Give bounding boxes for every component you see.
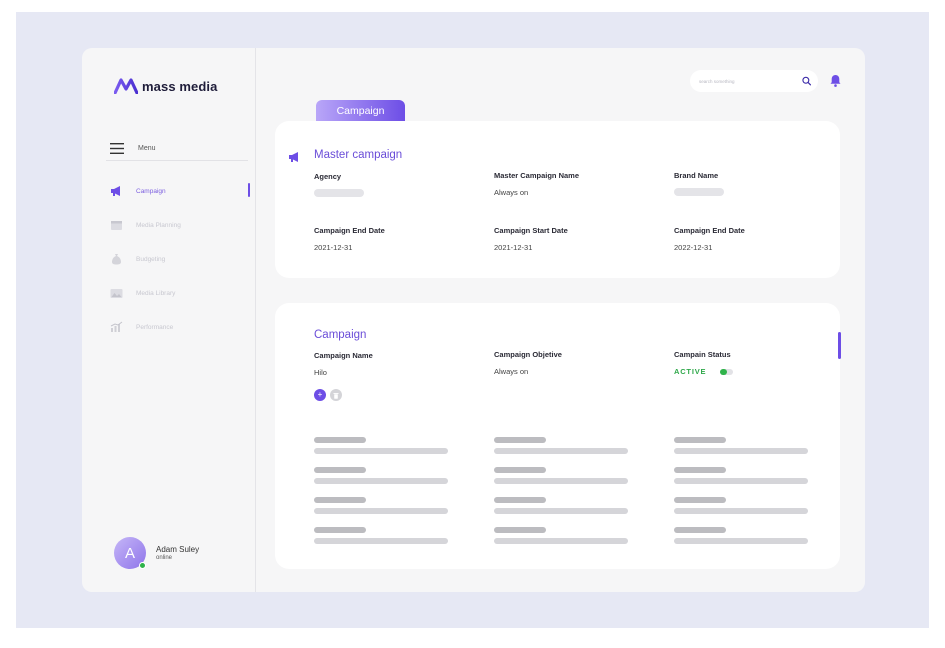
skeleton-row — [314, 437, 448, 467]
search-icon[interactable] — [802, 76, 811, 86]
field-value: Hilo — [314, 368, 327, 377]
bell-icon[interactable] — [830, 74, 841, 87]
sidebar-item-campaign[interactable]: Campaign — [110, 174, 256, 208]
sidebar-item-label: Performance — [136, 323, 174, 331]
bar-chart-icon — [110, 321, 123, 332]
field-agency: Agency — [314, 172, 364, 197]
field-campaign-start-date: Campaign Start Date 2021-12-31 — [494, 226, 568, 252]
skeleton-column — [314, 437, 448, 557]
hamburger-icon[interactable] — [110, 142, 124, 154]
field-label: Brand Name — [674, 171, 719, 180]
field-value: 2022-12-31 — [674, 243, 713, 252]
row-actions: + — [314, 389, 342, 401]
field-label: Campaign Name — [314, 351, 373, 360]
scrollbar-thumb[interactable] — [838, 332, 841, 359]
menu-divider — [106, 160, 248, 161]
logo: mass media — [114, 78, 217, 94]
avatar-initial: A — [124, 544, 135, 562]
user-status: online — [156, 555, 173, 561]
megaphone-icon — [111, 186, 120, 196]
field-campaign-end-date: Campaign End Date 2021-12-31 — [314, 226, 385, 252]
megaphone-icon — [289, 152, 298, 162]
sidebar-item-performance[interactable]: Performance — [110, 310, 256, 344]
field-label: Master Campaign Name — [494, 171, 580, 180]
skeleton-row — [674, 527, 808, 557]
sidebar-item-label: Campaign — [136, 187, 166, 195]
skeleton-row — [674, 467, 808, 497]
field-label: Agency — [314, 172, 342, 181]
skeleton-row — [494, 437, 628, 467]
field-label: Campaign End Date — [314, 226, 385, 235]
image-icon — [110, 289, 123, 298]
sidebar-item-media-planning[interactable]: Media Planning — [110, 208, 256, 242]
field-value: 2021-12-31 — [314, 243, 353, 252]
field-campaign-end-date-2: Campaign End Date 2022-12-31 — [674, 226, 745, 252]
sidebar-item-label: Budgeting — [136, 255, 166, 263]
field-value: Always on — [494, 367, 529, 376]
status-toggle[interactable] — [720, 368, 734, 375]
skeleton-row — [314, 467, 448, 497]
avatar[interactable]: A — [114, 537, 146, 569]
skeleton-row — [674, 437, 808, 467]
tab-campaign[interactable]: Campaign — [316, 100, 405, 122]
user-info: Adam Suley online — [156, 545, 199, 561]
skeleton-column — [674, 437, 808, 557]
add-button[interactable]: + — [314, 389, 326, 401]
field-value: Always on — [494, 188, 529, 197]
user-name: Adam Suley — [156, 545, 200, 554]
search-input[interactable] — [699, 78, 802, 84]
skeleton-row — [494, 497, 628, 527]
field-label: Campaign Objetive — [494, 350, 562, 359]
sidebar-nav: Campaign Media Planning Budgeting Media … — [110, 174, 256, 344]
trash-icon — [333, 392, 339, 399]
skeleton-column — [494, 437, 628, 557]
master-campaign-card: Master campaign Agency Master Campaign N… — [275, 121, 840, 278]
skeleton-row — [674, 497, 808, 527]
field-value: 2021-12-31 — [494, 243, 533, 252]
field-label: Campaign End Date — [674, 226, 745, 235]
sidebar-item-label: Media Planning — [136, 221, 181, 229]
brand-name-value-placeholder — [674, 188, 724, 196]
menu-toggle[interactable]: Menu — [110, 136, 250, 160]
field-master-campaign-name: Master Campaign Name Always on — [494, 171, 579, 197]
master-campaign-title: Master campaign — [314, 149, 403, 161]
skeleton-row — [494, 527, 628, 557]
field-campaign-status: Campain Status ACTIVE — [674, 350, 734, 376]
calendar-icon — [111, 221, 122, 230]
sidebar-item-budgeting[interactable]: Budgeting — [110, 242, 256, 276]
field-campaign-name: Campaign Name Hilo — [314, 351, 373, 377]
field-label: Campain Status — [674, 350, 731, 359]
search-bar[interactable] — [690, 70, 818, 92]
sidebar-item-media-library[interactable]: Media Library — [110, 276, 256, 310]
user-profile[interactable]: A Adam Suley online — [114, 537, 199, 569]
logo-icon — [114, 78, 138, 94]
sidebar: mass media Menu Campaign Media Planning … — [82, 48, 256, 592]
field-label: Campaign Start Date — [494, 226, 568, 235]
field-campaign-objective: Campaign Objetive Always on — [494, 350, 562, 376]
money-bag-icon — [112, 254, 121, 265]
menu-label: Menu — [138, 144, 156, 152]
status-badge: ACTIVE — [674, 367, 707, 376]
skeleton-row — [494, 467, 628, 497]
campaign-title: Campaign — [314, 329, 367, 341]
app-window: mass media Menu Campaign Media Planning … — [82, 48, 865, 592]
campaign-card: Campaign Campaign Name Hilo Campaign Obj… — [275, 303, 840, 569]
sidebar-item-label: Media Library — [136, 289, 176, 297]
skeleton-row — [314, 497, 448, 527]
field-brand-name: Brand Name — [674, 171, 724, 196]
status-row: ACTIVE — [674, 367, 734, 376]
app-name: mass media — [142, 78, 218, 94]
online-status-dot — [139, 562, 146, 569]
delete-button[interactable] — [330, 389, 342, 401]
skeleton-row — [314, 527, 448, 557]
agency-value-placeholder — [314, 189, 364, 197]
